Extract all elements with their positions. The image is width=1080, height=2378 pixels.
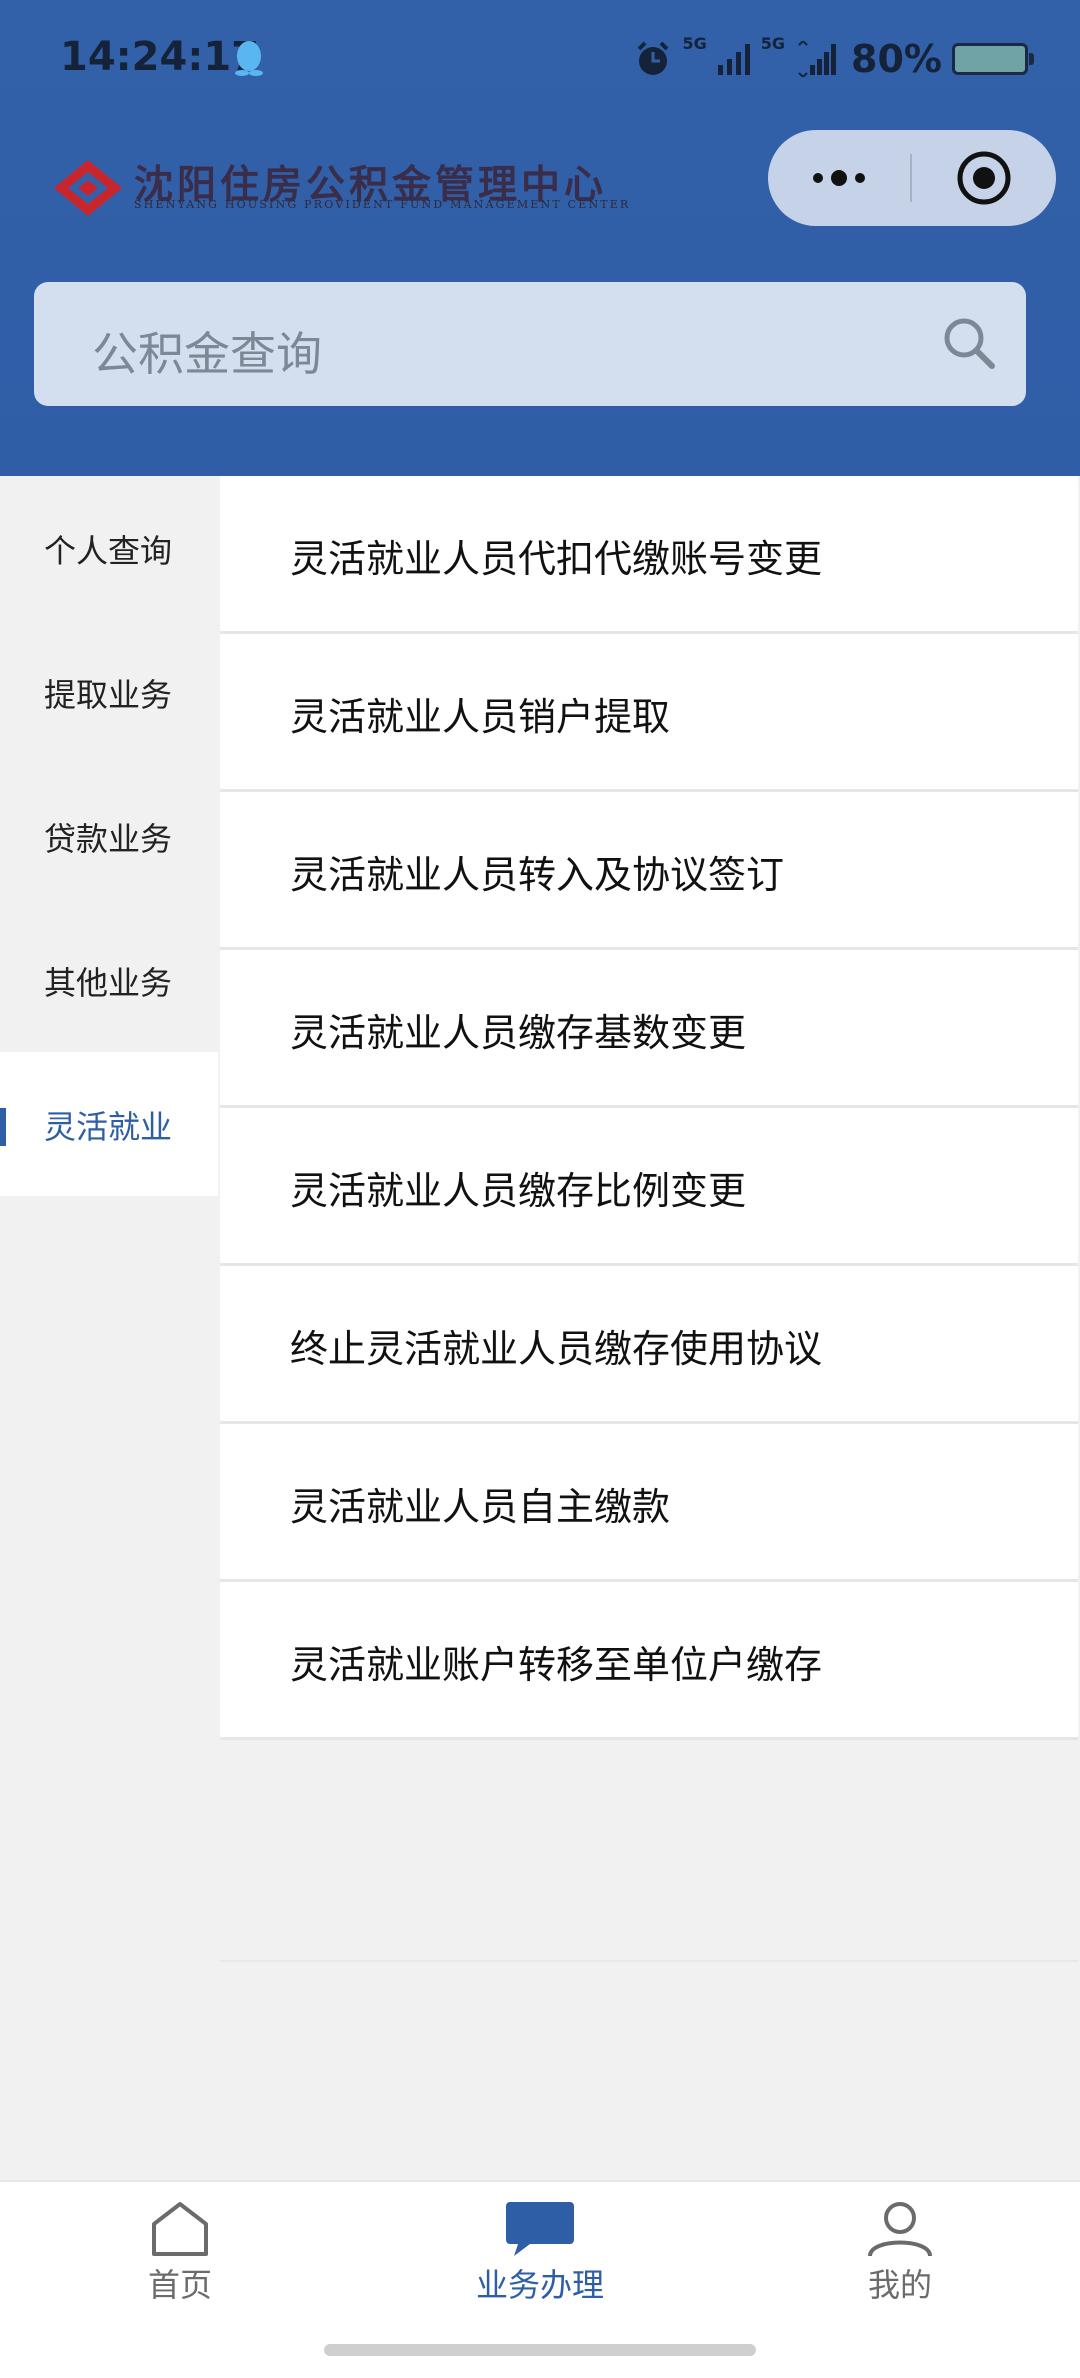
- status-bar: 14:24:17 5G 5G 80%: [0, 0, 1080, 120]
- list-item[interactable]: 灵活就业人员代扣代缴账号变更: [220, 476, 1078, 634]
- logo-subtitle: SHENYANG HOUSING PROVIDENT FUND MANAGEME…: [134, 198, 631, 211]
- list-item[interactable]: 灵活就业人员缴存比例变更: [220, 1108, 1078, 1266]
- close-target-icon[interactable]: [956, 150, 1012, 206]
- list-item-label: 灵活就业人员销户提取: [290, 695, 671, 739]
- category-sidebar: 个人查询 提取业务 贷款业务 其他业务 灵活就业: [0, 476, 218, 1196]
- logo-emblem-icon: [54, 160, 122, 216]
- home-indicator[interactable]: [324, 2344, 756, 2356]
- sidebar-item-label: 灵活就业: [44, 1108, 173, 1146]
- sidebar-item-label: 个人查询: [44, 532, 173, 570]
- battery-icon: [952, 43, 1034, 75]
- list-item[interactable]: 灵活就业人员缴存基数变更: [220, 950, 1078, 1108]
- network-type-label: 5G: [682, 34, 707, 53]
- tab-label: 我的: [867, 2266, 932, 2304]
- tab-business[interactable]: 业务办理: [440, 2200, 640, 2306]
- search-bar[interactable]: 公积金查询: [34, 282, 1026, 406]
- list-item-label: 灵活就业人员自主缴款: [290, 1485, 671, 1529]
- list-item-label: 灵活就业人员代扣代缴账号变更: [290, 537, 823, 581]
- list-bottom-divider: [220, 1960, 1078, 1962]
- battery-percentage: 80%: [851, 37, 942, 81]
- penguin-notification-icon: [235, 41, 263, 76]
- home-icon: [152, 2202, 208, 2256]
- tab-label: 首页: [147, 2266, 212, 2304]
- signal-icon: [717, 44, 750, 75]
- sidebar-item-label: 贷款业务: [44, 820, 173, 858]
- user-icon: [868, 2202, 932, 2257]
- list-item[interactable]: 灵活就业人员转入及协议签订: [220, 792, 1078, 950]
- sidebar-item-loan[interactable]: 贷款业务: [0, 764, 218, 908]
- list-item-label: 灵活就业人员缴存比例变更: [290, 1169, 747, 1213]
- tab-home[interactable]: 首页: [80, 2200, 280, 2306]
- sidebar-item-other[interactable]: 其他业务: [0, 908, 218, 1052]
- network-type-label-2: 5G: [760, 34, 786, 53]
- list-item-label: 灵活就业人员转入及协议签订: [290, 853, 785, 897]
- search-input[interactable]: 公积金查询: [92, 318, 322, 384]
- list-item[interactable]: 灵活就业账户转移至单位户缴存: [220, 1582, 1078, 1740]
- search-icon[interactable]: [940, 314, 998, 372]
- list-item[interactable]: 终止灵活就业人员缴存使用协议: [220, 1266, 1078, 1424]
- list-item-label: 灵活就业账户转移至单位户缴存: [290, 1643, 823, 1687]
- signal-icon-2: [798, 41, 837, 77]
- tab-mine[interactable]: 我的: [800, 2200, 1000, 2306]
- list-item[interactable]: 灵活就业人员销户提取: [220, 634, 1078, 792]
- chat-bubble-icon: [506, 2202, 574, 2256]
- sidebar-item-withdrawal[interactable]: 提取业务: [0, 620, 218, 764]
- sidebar-item-flexible-employment[interactable]: 灵活就业: [0, 1052, 218, 1196]
- capsule-divider: [910, 154, 912, 202]
- tab-label: 业务办理: [475, 2266, 604, 2304]
- mini-program-capsule: [768, 130, 1056, 226]
- more-icon[interactable]: [808, 156, 870, 200]
- status-time: 14:24:17: [60, 34, 259, 80]
- status-indicators: 5G 5G 80%: [633, 34, 1034, 84]
- alarm-icon: [637, 41, 668, 75]
- sidebar-item-personal-query[interactable]: 个人查询: [0, 476, 218, 620]
- list-item-label: 终止灵活就业人员缴存使用协议: [290, 1327, 823, 1371]
- sidebar-item-label: 其他业务: [44, 964, 173, 1002]
- list-item-label: 灵活就业人员缴存基数变更: [290, 1011, 747, 1055]
- center-logo: 沈阳住房公积金管理中心 SHENYANG HOUSING PROVIDENT F…: [52, 150, 652, 220]
- list-item[interactable]: 灵活就业人员自主缴款: [220, 1424, 1078, 1582]
- header: 14:24:17 5G 5G 80% 沈阳住房公积金管理中心 SHENYANG …: [0, 0, 1080, 476]
- service-list: 灵活就业人员代扣代缴账号变更 灵活就业人员销户提取 灵活就业人员转入及协议签订 …: [220, 476, 1078, 1740]
- sidebar-item-label: 提取业务: [44, 676, 173, 714]
